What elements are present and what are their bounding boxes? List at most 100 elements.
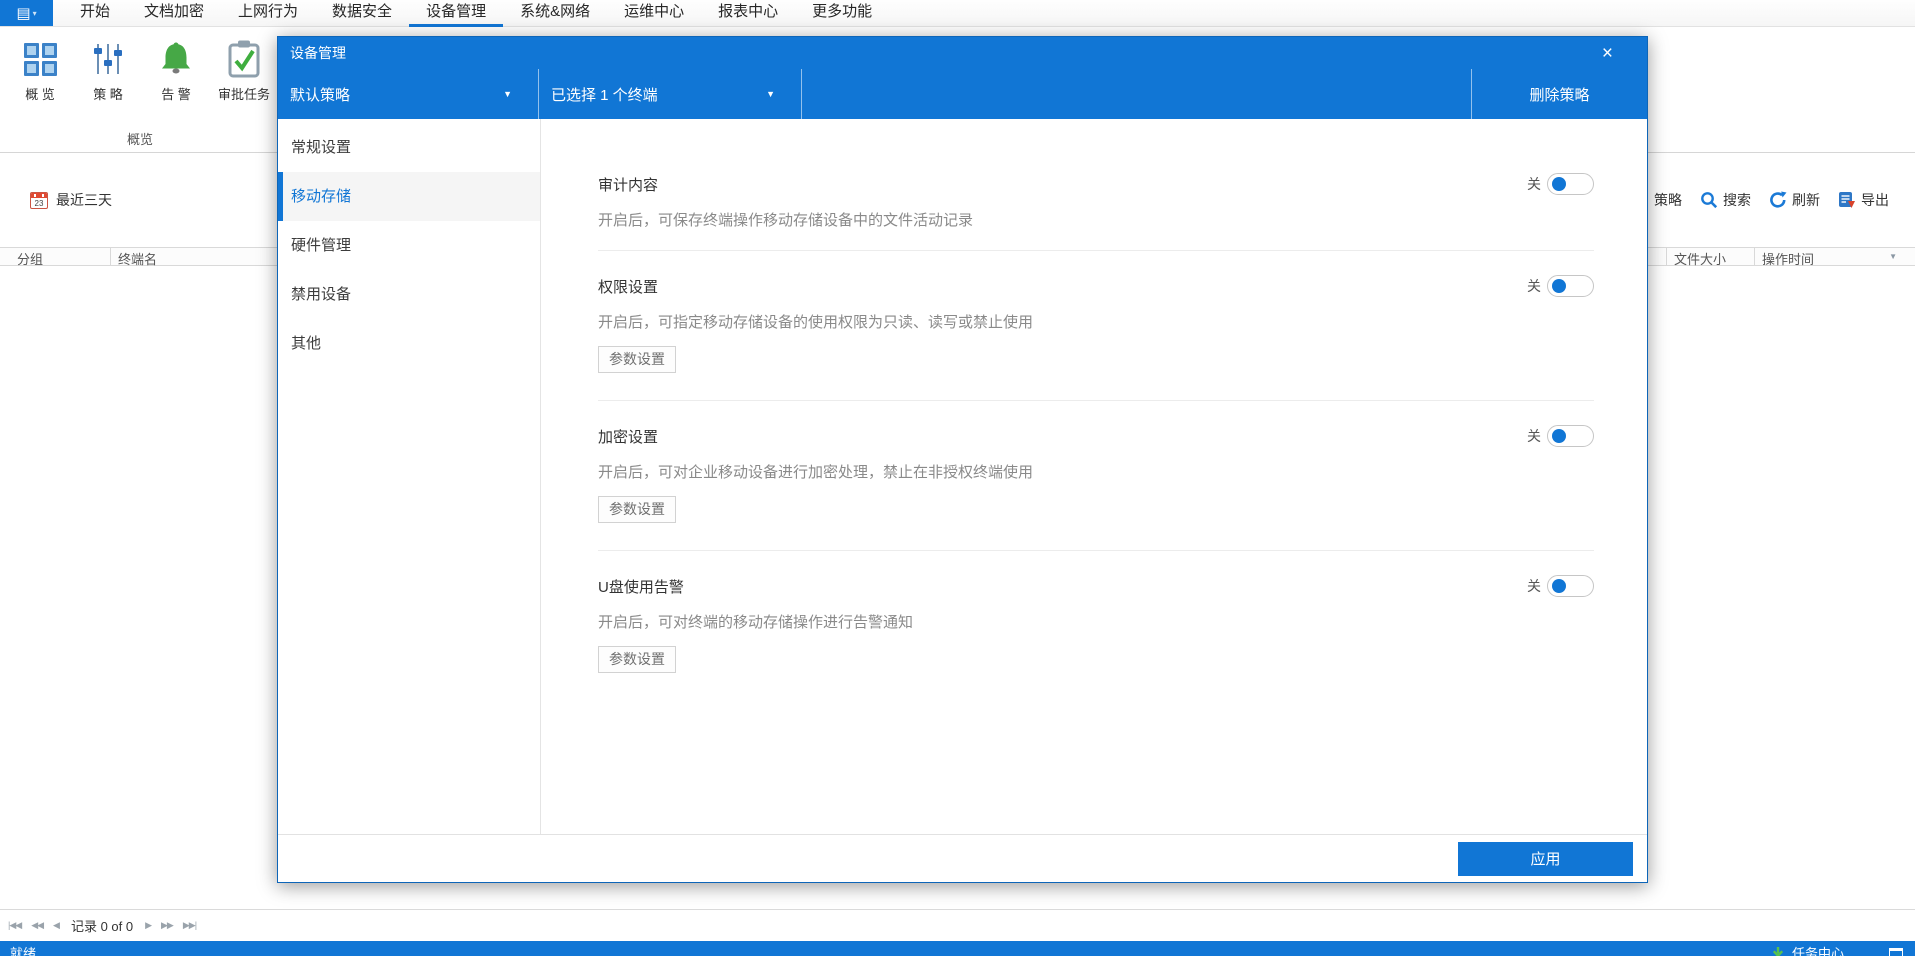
ribbon-button-label: 概 览 — [8, 84, 72, 103]
permission-toggle[interactable]: 关 — [1527, 275, 1594, 297]
toggle-knob — [1552, 429, 1566, 443]
dialog-controlbar: 默认策略 ▼ 已选择 1 个终端 ▼ 删除策略 — [278, 69, 1647, 119]
menu-item-web-behavior[interactable]: 上网行为 — [221, 0, 315, 27]
menu-item-report-center[interactable]: 报表中心 — [701, 0, 795, 27]
toolbar-refresh-button[interactable]: 刷新 — [1769, 190, 1820, 210]
policy-sliders-icon — [90, 41, 126, 77]
export-icon — [1838, 191, 1856, 209]
column-divider[interactable] — [1666, 248, 1667, 265]
ribbon-button-label: 告 警 — [144, 84, 208, 103]
menu-item-more-features[interactable]: 更多功能 — [795, 0, 889, 27]
task-center-button[interactable]: 任务中心 — [1792, 943, 1844, 956]
pager-record-count: 记录 0 of 0 — [71, 916, 133, 935]
date-range-filter[interactable]: 23 最近三天 — [30, 190, 112, 210]
toggle-state-label: 关 — [1527, 276, 1541, 296]
nav-item-general-settings[interactable]: 常规设置 — [278, 123, 540, 172]
policy-dropdown-value: 默认策略 — [290, 84, 350, 105]
menu-item-doc-encryption[interactable]: 文档加密 — [127, 0, 221, 27]
menu-item-data-security[interactable]: 数据安全 — [315, 0, 409, 27]
toggle-knob — [1552, 279, 1566, 293]
nav-item-removable-storage[interactable]: 移动存储 — [278, 172, 540, 221]
column-header-operation-time[interactable]: 操作时间 — [1762, 249, 1814, 268]
policy-dropdown[interactable]: 默认策略 ▼ — [278, 69, 538, 119]
app-menu-button[interactable]: ▤ ▾ — [0, 0, 53, 26]
ribbon-button-label: 审批任务 — [212, 84, 276, 103]
column-header-group[interactable]: 分组 — [17, 249, 43, 268]
settings-nav: 常规设置 移动存储 硬件管理 禁用设备 其他 — [278, 119, 541, 834]
menu-item-device-management[interactable]: 设备管理 — [409, 0, 503, 27]
list-toolbar: 策略 搜索 刷新 — [1633, 190, 1889, 210]
pager-first-button[interactable]: |◀◀ — [8, 920, 21, 931]
delete-policy-button[interactable]: 删除策略 — [1472, 69, 1647, 119]
column-divider[interactable] — [1754, 248, 1755, 265]
dialog-footer: 应用 — [278, 834, 1647, 882]
toggle-knob — [1552, 177, 1566, 191]
usb-alert-toggle[interactable]: 关 — [1527, 575, 1594, 597]
toggle-switch[interactable] — [1547, 575, 1594, 597]
setting-title: 权限设置 — [598, 276, 658, 297]
nav-item-disabled-devices[interactable]: 禁用设备 — [278, 270, 540, 319]
encryption-toggle[interactable]: 关 — [1527, 425, 1594, 447]
column-header-terminal-name[interactable]: 终端名 — [118, 249, 157, 268]
ribbon-button-label: 策 略 — [76, 84, 140, 103]
toolbar-search-button[interactable]: 搜索 — [1700, 190, 1751, 210]
pager-next-button[interactable]: ▶ — [145, 920, 151, 931]
ribbon-button-approval[interactable]: 审批任务 — [212, 36, 276, 103]
pager-fast-prev-button[interactable]: ◀◀ — [31, 920, 43, 931]
toggle-state-label: 关 — [1527, 174, 1541, 194]
refresh-icon — [1769, 191, 1787, 209]
toggle-switch[interactable] — [1547, 173, 1594, 195]
dialog-body: 常规设置 移动存储 硬件管理 禁用设备 其他 审计内容 关 开启后，可保存终端操… — [278, 119, 1647, 834]
toggle-switch[interactable] — [1547, 425, 1594, 447]
calendar-icon: 23 — [30, 192, 48, 209]
column-header-file-size[interactable]: 文件大小 — [1674, 249, 1726, 268]
menu-items: 开始 文档加密 上网行为 数据安全 设备管理 系统&网络 运维中心 报表中心 更… — [63, 0, 889, 26]
column-divider[interactable] — [110, 248, 111, 265]
pager: |◀◀ ◀◀ ◀ 记录 0 of 0 ▶ ▶▶ ▶▶| — [0, 909, 1915, 941]
search-icon — [1700, 191, 1718, 209]
audit-content-toggle[interactable]: 关 — [1527, 173, 1594, 195]
usb-alert-params-button[interactable]: 参数设置 — [598, 646, 676, 673]
setting-title: U盘使用告警 — [598, 576, 684, 597]
permission-params-button[interactable]: 参数设置 — [598, 346, 676, 373]
setting-description: 开启后，可对终端的移动存储操作进行告警通知 — [598, 615, 1594, 631]
nav-item-other[interactable]: 其他 — [278, 319, 540, 368]
setting-title: 加密设置 — [598, 426, 658, 447]
device-management-dialog: 设备管理 × 默认策略 ▼ 已选择 1 个终端 ▼ 删除策略 常规设置 移动存储… — [277, 36, 1648, 883]
pager-prev-button[interactable]: ◀ — [53, 920, 59, 931]
nav-item-hardware-management[interactable]: 硬件管理 — [278, 221, 540, 270]
menu-item-start[interactable]: 开始 — [63, 0, 127, 27]
pager-fast-next-button[interactable]: ▶▶ — [161, 920, 173, 931]
setting-title: 审计内容 — [598, 174, 658, 195]
chevron-down-icon: ▾ — [33, 9, 37, 18]
ribbon-button-alert[interactable]: 告 警 — [144, 36, 208, 103]
close-icon[interactable]: × — [1602, 44, 1613, 63]
toggle-state-label: 关 — [1527, 426, 1541, 446]
toolbar-button-label: 刷新 — [1792, 190, 1820, 210]
pager-last-button[interactable]: ▶▶| — [183, 920, 196, 931]
setting-row-audit-content: 审计内容 关 开启后，可保存终端操作移动存储设备中的文件活动记录 — [598, 119, 1594, 251]
setting-row-permission-settings: 权限设置 关 开启后，可指定移动存储设备的使用权限为只读、读写或禁止使用 参数设… — [598, 251, 1594, 401]
toolbar-button-label: 搜索 — [1723, 190, 1751, 210]
toggle-switch[interactable] — [1547, 275, 1594, 297]
setting-row-usb-alert: U盘使用告警 关 开启后，可对终端的移动存储操作进行告警通知 参数设置 — [598, 551, 1594, 700]
apply-button[interactable]: 应用 — [1458, 842, 1633, 876]
menu-item-system-network[interactable]: 系统&网络 — [503, 0, 607, 27]
terminal-selection-dropdown[interactable]: 已选择 1 个终端 ▼ — [539, 69, 801, 119]
encryption-params-button[interactable]: 参数设置 — [598, 496, 676, 523]
dialog-title: 设备管理 — [290, 43, 346, 63]
task-window-icon[interactable] — [1889, 948, 1903, 956]
setting-description: 开启后，可保存终端操作移动存储设备中的文件活动记录 — [598, 213, 1594, 229]
ribbon-button-policy[interactable]: 策 略 — [76, 36, 140, 103]
app-list-icon: ▤ — [16, 6, 30, 21]
column-chooser-caret-icon[interactable]: ▼ — [1889, 252, 1897, 261]
toolbar-export-button[interactable]: 导出 — [1838, 190, 1889, 210]
toggle-knob — [1552, 579, 1566, 593]
menu-item-ops-center[interactable]: 运维中心 — [607, 0, 701, 27]
status-ready-label: 就绪 — [10, 943, 36, 956]
terminal-dropdown-value: 已选择 1 个终端 — [551, 84, 658, 105]
download-arrow-icon — [1771, 946, 1785, 956]
ribbon-button-overview[interactable]: 概 览 — [8, 36, 72, 103]
alert-bell-icon — [157, 40, 195, 78]
overview-grid-icon — [24, 43, 57, 76]
